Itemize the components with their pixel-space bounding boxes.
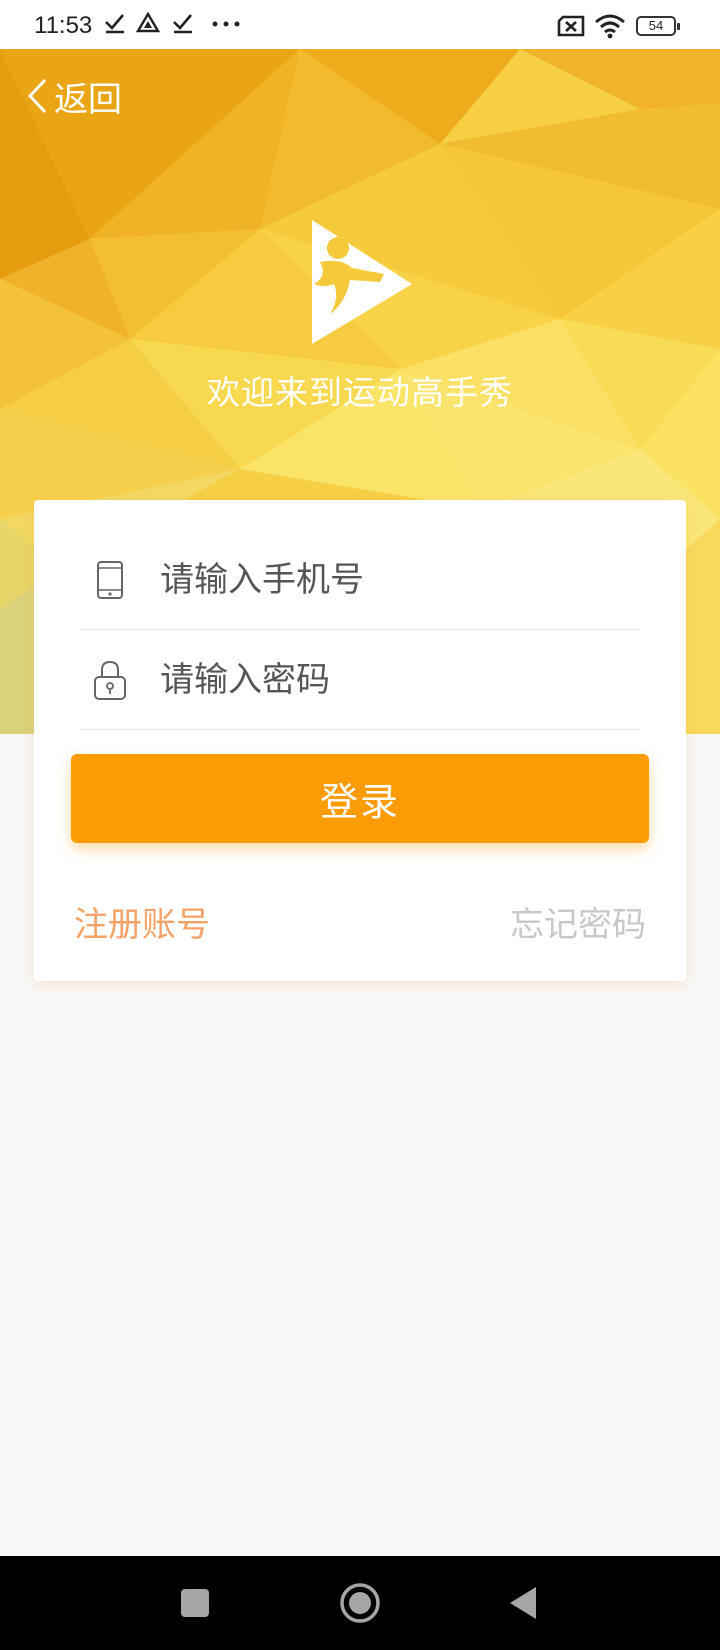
back-triangle-icon — [510, 1587, 536, 1619]
app-logo-icon — [312, 220, 412, 344]
check-icon — [173, 14, 192, 34]
more-dots-icon — [212, 21, 240, 27]
register-link[interactable]: 注册账号 — [74, 897, 210, 946]
forgot-password-link[interactable]: 忘记密码 — [510, 897, 646, 946]
no-sim-icon — [557, 15, 585, 37]
phone-icon — [97, 560, 123, 599]
phone-icon-wrap — [80, 560, 140, 600]
home-button[interactable] — [320, 1556, 400, 1650]
password-field — [80, 630, 640, 730]
drive-icon — [136, 12, 160, 33]
chevron-left-icon — [27, 78, 47, 114]
login-button[interactable]: 登录 — [71, 754, 649, 843]
wifi-icon — [595, 14, 625, 39]
battery-level: 54 — [648, 18, 664, 33]
login-card: 登录 注册账号 忘记密码 — [34, 500, 686, 981]
recents-square-icon — [181, 1589, 209, 1617]
check-icon — [105, 14, 124, 34]
welcome-text: 欢迎来到运动高手秀 — [207, 373, 513, 412]
phone-field — [80, 530, 640, 630]
phone-input[interactable] — [160, 559, 620, 600]
status-bar: 11:53 54 — [0, 0, 720, 49]
lock-icon-wrap — [80, 659, 140, 701]
back-nav-button[interactable] — [483, 1556, 563, 1650]
back-button[interactable]: 返回 — [26, 74, 122, 120]
home-circle-icon — [340, 1583, 380, 1623]
password-input[interactable] — [160, 659, 620, 700]
navigation-bar — [0, 1556, 720, 1650]
lock-icon — [94, 660, 126, 700]
battery-icon: 54 — [636, 16, 680, 36]
status-time: 11:53 — [34, 12, 93, 39]
back-label: 返回 — [54, 79, 122, 120]
recents-button[interactable] — [155, 1556, 235, 1650]
